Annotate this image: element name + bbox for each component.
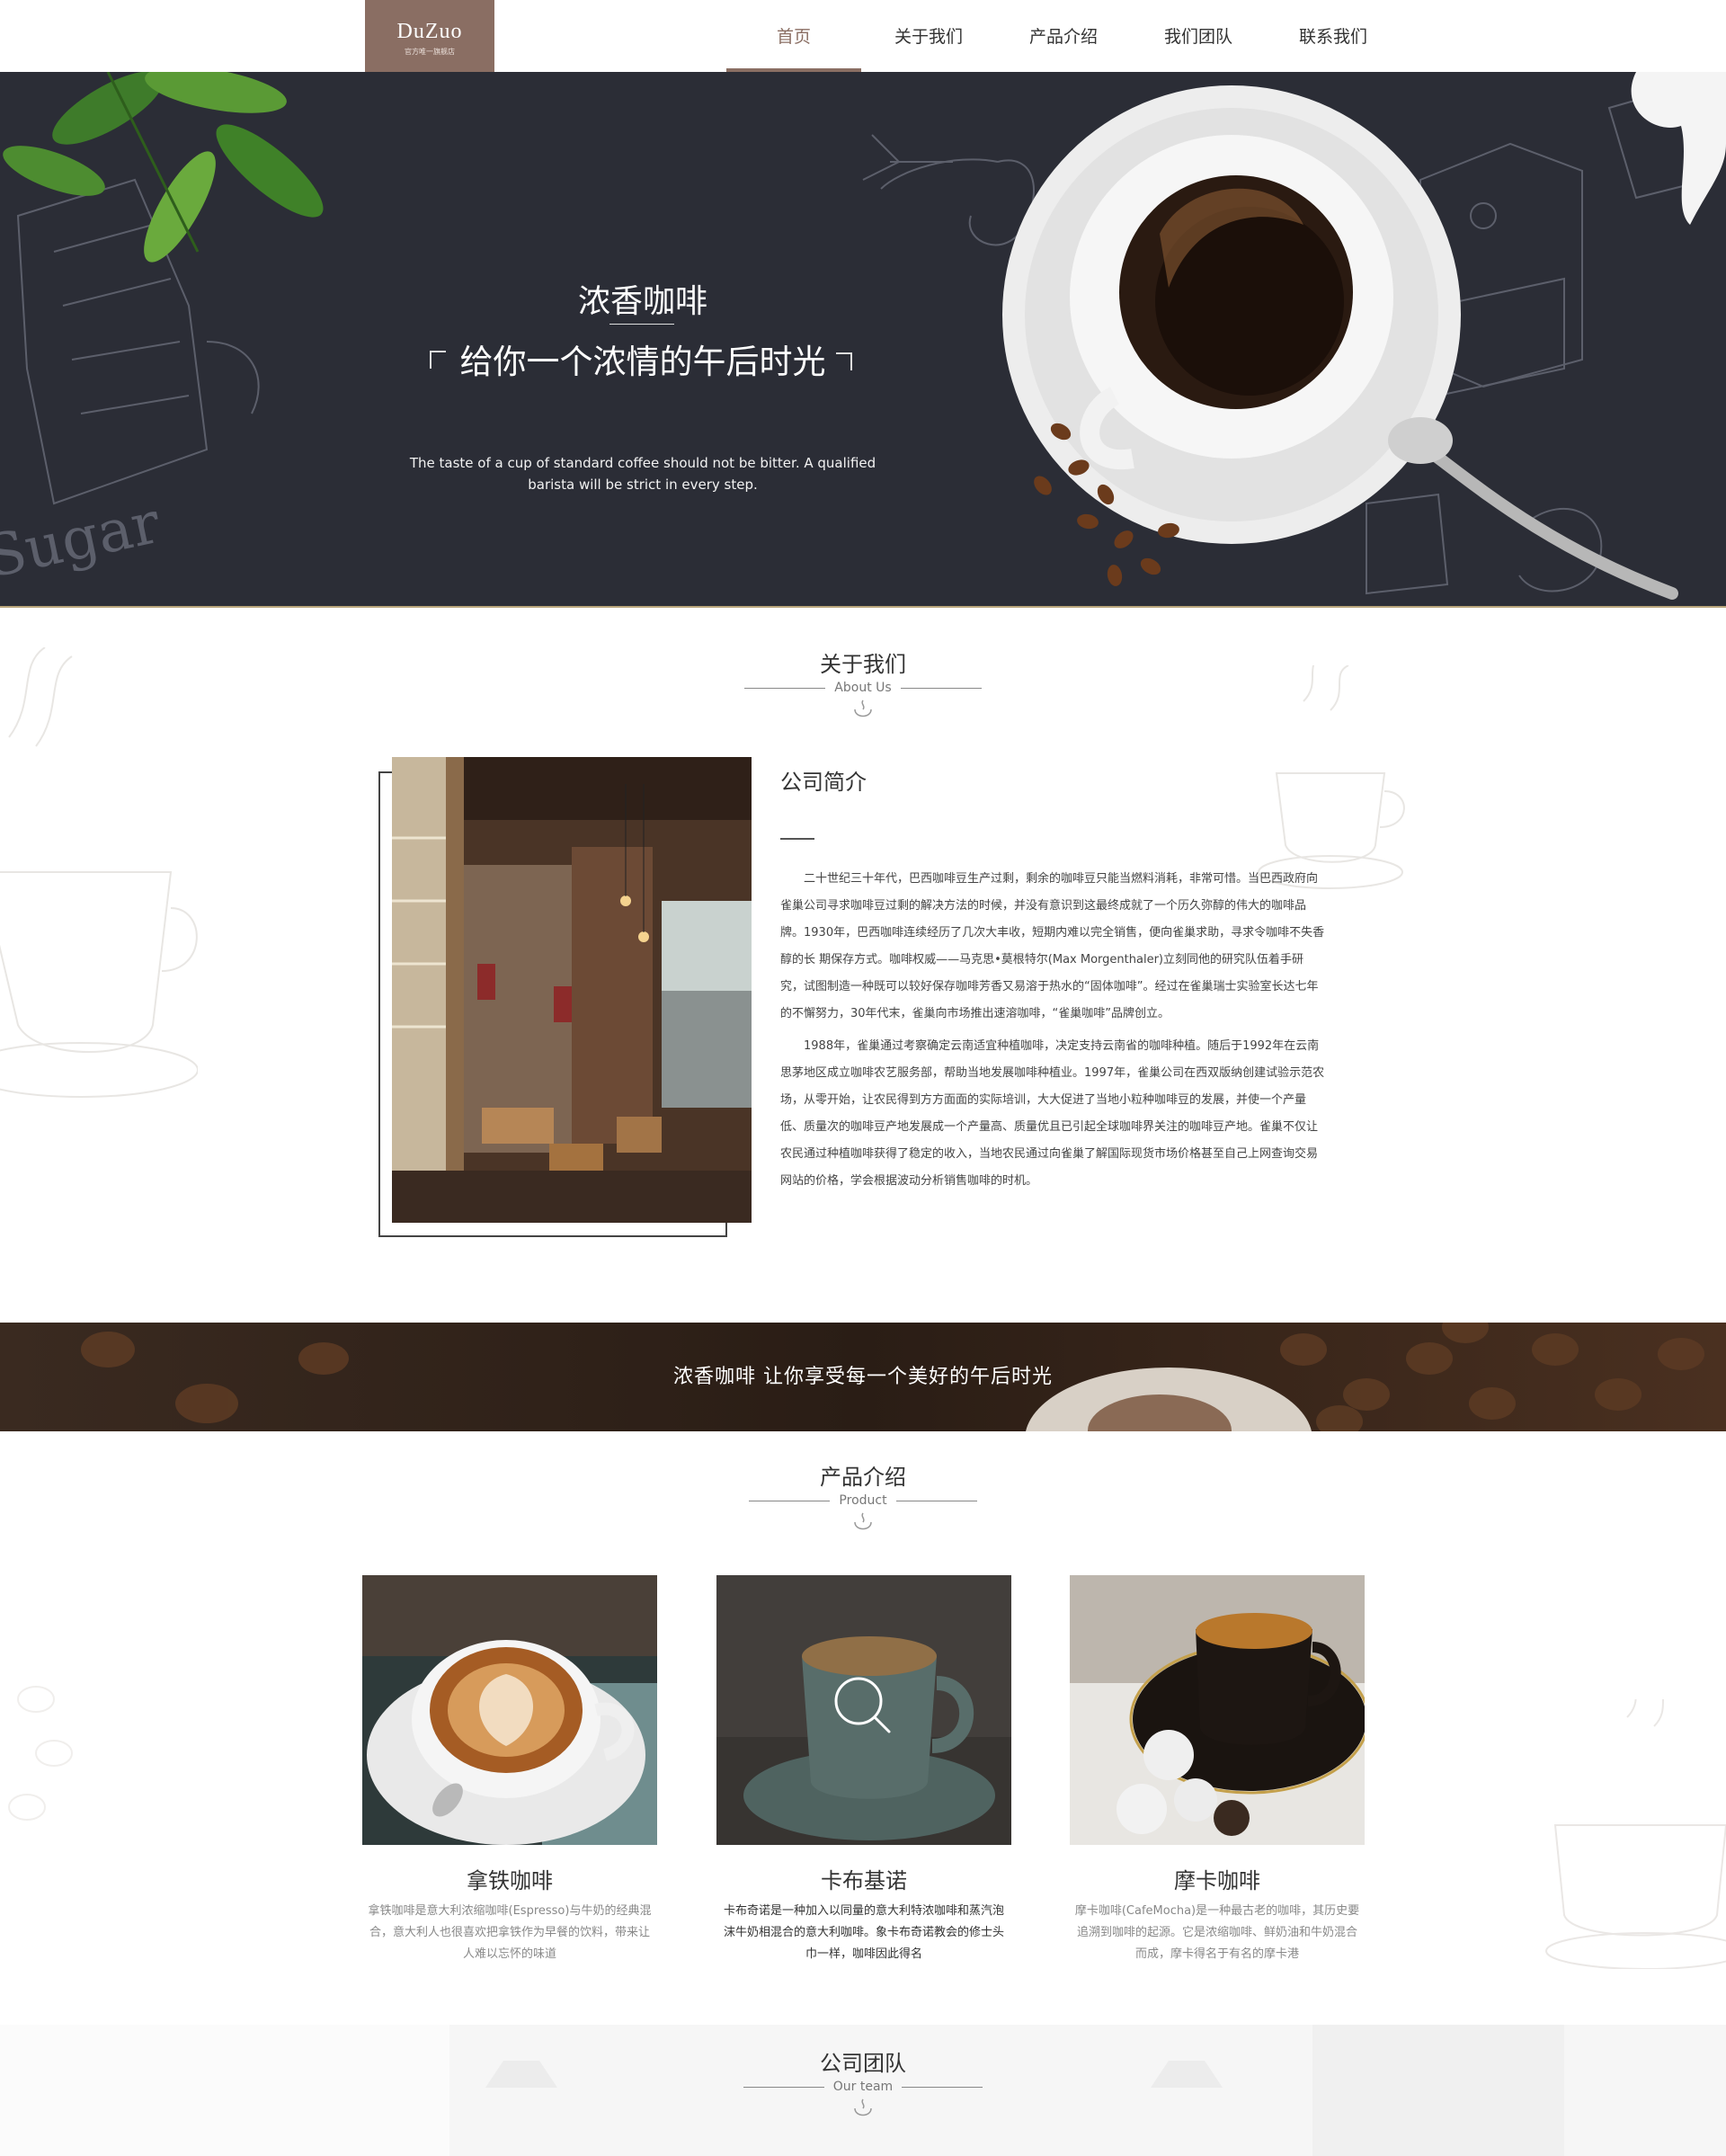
product-section-title: 产品介绍 Product	[683, 1464, 1043, 1535]
product-card-latte[interactable]: 拿铁咖啡 拿铁咖啡是意大利浓缩咖啡(Espresso)与牛奶的经典混合，意大利人…	[362, 1575, 657, 1965]
nav-item-home[interactable]: 首页	[726, 0, 861, 72]
main-menu: 首页 关于我们 产品介绍 我们团队 联系我们	[726, 0, 1401, 72]
slogan-banner: 浓香咖啡 让你享受每一个美好的午后时光	[0, 1323, 1726, 1431]
search-icon[interactable]	[832, 1674, 894, 1737]
coffee-cup-sketch-decoration-right	[1258, 665, 1405, 889]
about-title-zh: 关于我们	[820, 652, 906, 677]
team-title-en: Our team	[743, 2080, 984, 2094]
product-name: 卡布基诺	[821, 1868, 907, 1893]
nav-item-contact[interactable]: 联系我们	[1266, 0, 1401, 72]
team-section-title: 公司团队 Our team	[683, 2050, 1043, 2121]
company-intro-text: 二十世纪三十年代，巴西咖啡豆生产过剩，剩余的咖啡豆只能当燃料消耗，非常可惜。当巴…	[780, 866, 1325, 1200]
sugar-sketch-text: Sugar	[0, 490, 165, 592]
product-description: 拿铁咖啡是意大利浓缩咖啡(Espresso)与牛奶的经典混合，意大利人也很喜欢把…	[368, 1904, 652, 1961]
hero-subtitle: 给你一个浓情的午后时光	[459, 343, 826, 381]
product-description: 摩卡咖啡(CafeMocha)是一种最古老的咖啡，其历史要追溯到咖啡的起源。它是…	[1074, 1904, 1360, 1961]
leaf-decoration	[3, 72, 324, 263]
hero-banner: Sugar 浓香咖啡 给你一个浓情的午后时光 The taste of a cu…	[0, 72, 1726, 608]
intro-paragraph: 1988年，雀巢通过考察确定云南适宜种植咖啡，决定支持云南省的咖啡种植。随后于1…	[780, 1039, 1325, 1188]
hero-description: The taste of a cup of standard coffee sh…	[409, 455, 876, 493]
about-section-title: 关于我们 About Us	[683, 651, 1043, 722]
hero-illustration: Sugar	[0, 72, 1726, 600]
team-title-zh: 公司团队	[820, 2051, 906, 2076]
latte-photo[interactable]	[362, 1575, 657, 1845]
cup-icon	[854, 699, 872, 717]
brand-logo[interactable]: DuZuo 官方唯一旗舰店	[365, 0, 494, 72]
cup-icon	[854, 2098, 872, 2116]
hero-title-divider	[609, 324, 674, 325]
product-title-en: Product	[749, 1493, 978, 1508]
product-title-zh: 产品介绍	[820, 1465, 906, 1490]
hero-title: 浓香咖啡	[577, 283, 707, 320]
logo-subtext: 官方唯一旗舰店	[405, 48, 455, 56]
top-nav: DuZuo 官方唯一旗舰店 首页 关于我们 产品介绍 我们团队 联系我们	[0, 0, 1726, 72]
nav-item-team[interactable]: 我们团队	[1131, 0, 1266, 72]
company-intro-heading: 公司简介	[780, 770, 867, 795]
coffee-cup-sketch-decoration-bottom	[1545, 1699, 1726, 1969]
heading-underline	[780, 838, 814, 840]
nav-item-about[interactable]: 关于我们	[861, 0, 996, 72]
bracket-right-decoration	[836, 352, 852, 370]
cafe-interior-photo	[392, 757, 752, 1223]
about-title-en: About Us	[743, 681, 983, 695]
coffee-cup-illustration	[1002, 85, 1678, 600]
mocha-photo[interactable]	[1070, 1575, 1365, 1845]
beans-sketch-decoration	[8, 1686, 73, 1821]
product-name: 摩卡咖啡	[1174, 1868, 1260, 1893]
cup-icon	[854, 1512, 872, 1530]
product-card-mocha[interactable]: 摩卡咖啡 摩卡咖啡(CafeMocha)是一种最古老的咖啡，其历史要追溯到咖啡的…	[1070, 1575, 1365, 1965]
intro-paragraph: 二十世纪三十年代，巴西咖啡豆生产过剩，剩余的咖啡豆只能当燃料消耗，非常可惜。当巴…	[780, 872, 1325, 1020]
slogan-text: 浓香咖啡 让你享受每一个美好的午后时光	[673, 1366, 1053, 1388]
cappuccino-photo[interactable]	[716, 1575, 1011, 1845]
product-description: 卡布奇诺是一种加入以同量的意大利特浓咖啡和蒸汽泡沫牛奶相混合的意大利咖啡。象卡布…	[723, 1904, 1004, 1961]
nav-item-products[interactable]: 产品介绍	[996, 0, 1131, 72]
coffee-cup-sketch-decoration	[0, 647, 198, 1098]
product-card-cappuccino[interactable]: 卡布基诺 卡布奇诺是一种加入以同量的意大利特浓咖啡和蒸汽泡沫牛奶相混合的意大利咖…	[716, 1575, 1011, 1965]
logo-text: DuZuo	[396, 20, 463, 43]
product-name: 拿铁咖啡	[467, 1868, 553, 1893]
